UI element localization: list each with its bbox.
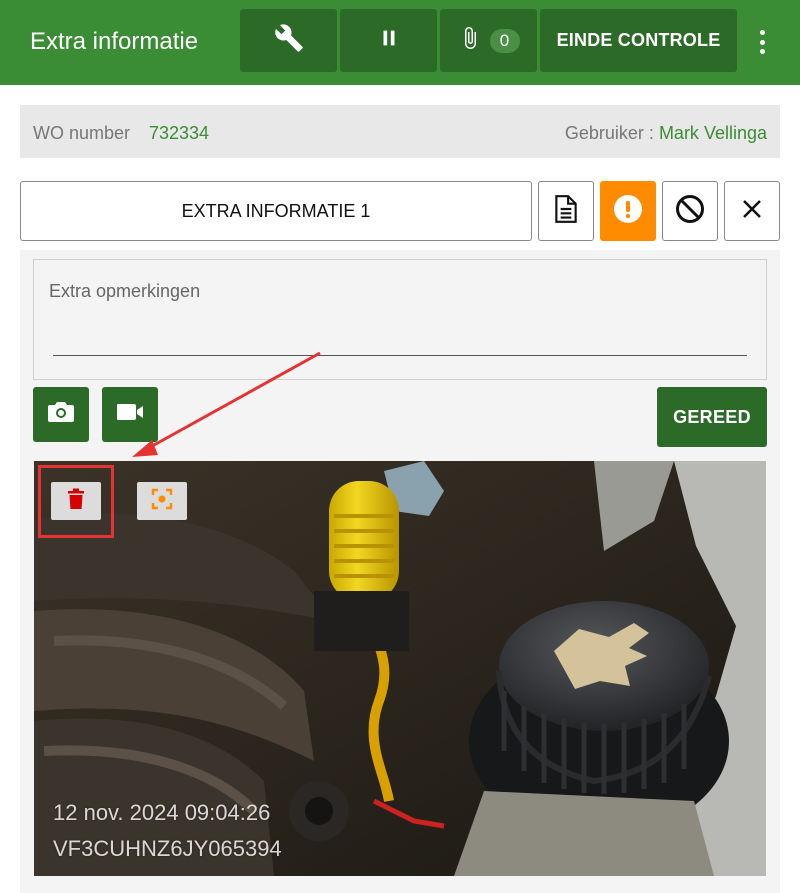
warning-icon bbox=[613, 194, 643, 229]
tools-button[interactable] bbox=[240, 9, 337, 72]
pause-button[interactable] bbox=[340, 9, 437, 72]
focus-photo-button[interactable] bbox=[137, 482, 187, 520]
camera-button[interactable] bbox=[33, 387, 89, 442]
attachments-button[interactable]: 0 bbox=[440, 9, 537, 72]
document-icon bbox=[553, 194, 579, 229]
attachment-count-badge: 0 bbox=[489, 28, 520, 53]
page-title: Extra informatie bbox=[30, 28, 199, 55]
paperclip-icon bbox=[458, 24, 482, 57]
remarks-placeholder: Extra opmerkingen bbox=[49, 281, 201, 301]
videocam-icon bbox=[116, 402, 144, 427]
video-button[interactable] bbox=[102, 387, 158, 442]
wrench-icon bbox=[274, 23, 304, 58]
photo-timestamp: 12 nov. 2024 09:04:26 bbox=[53, 800, 271, 825]
info-bar: WO number 732334 Gebruiker : Mark Vellin… bbox=[20, 105, 780, 158]
remarks-underline bbox=[53, 355, 747, 356]
not-applicable-button[interactable] bbox=[662, 181, 718, 241]
remarks-field[interactable]: Extra opmerkingen bbox=[33, 259, 767, 380]
warning-button[interactable] bbox=[600, 181, 656, 241]
wo-number-label: WO number bbox=[33, 123, 131, 143]
focus-icon bbox=[151, 488, 173, 515]
block-icon bbox=[675, 194, 705, 229]
user-label: Gebruiker : bbox=[564, 123, 659, 143]
document-button[interactable] bbox=[538, 181, 594, 241]
photo-vin: VF3CUHNZ6JY065394 bbox=[53, 836, 282, 861]
app-bar: Extra informatie 0 EINDE CONTROLE bbox=[0, 0, 800, 85]
done-button[interactable]: GEREED bbox=[657, 387, 767, 447]
item-title-button[interactable]: EXTRA INFORMATIE 1 bbox=[20, 181, 532, 241]
user-info: Gebruiker : Mark Vellinga bbox=[565, 123, 767, 144]
user-name: Mark Vellinga bbox=[658, 123, 767, 143]
camera-icon bbox=[47, 400, 75, 429]
wo-number-value: 732334 bbox=[149, 123, 210, 143]
end-inspection-button[interactable]: EINDE CONTROLE bbox=[540, 9, 737, 72]
more-vert-icon[interactable] bbox=[750, 28, 774, 56]
close-button[interactable] bbox=[724, 181, 780, 241]
pause-icon bbox=[378, 27, 400, 54]
annotation-highlight-box bbox=[38, 465, 114, 538]
inspection-photo[interactable]: 12 nov. 2024 09:04:26 VF3CUHNZ6JY065394 bbox=[34, 461, 766, 876]
close-icon bbox=[742, 199, 762, 224]
